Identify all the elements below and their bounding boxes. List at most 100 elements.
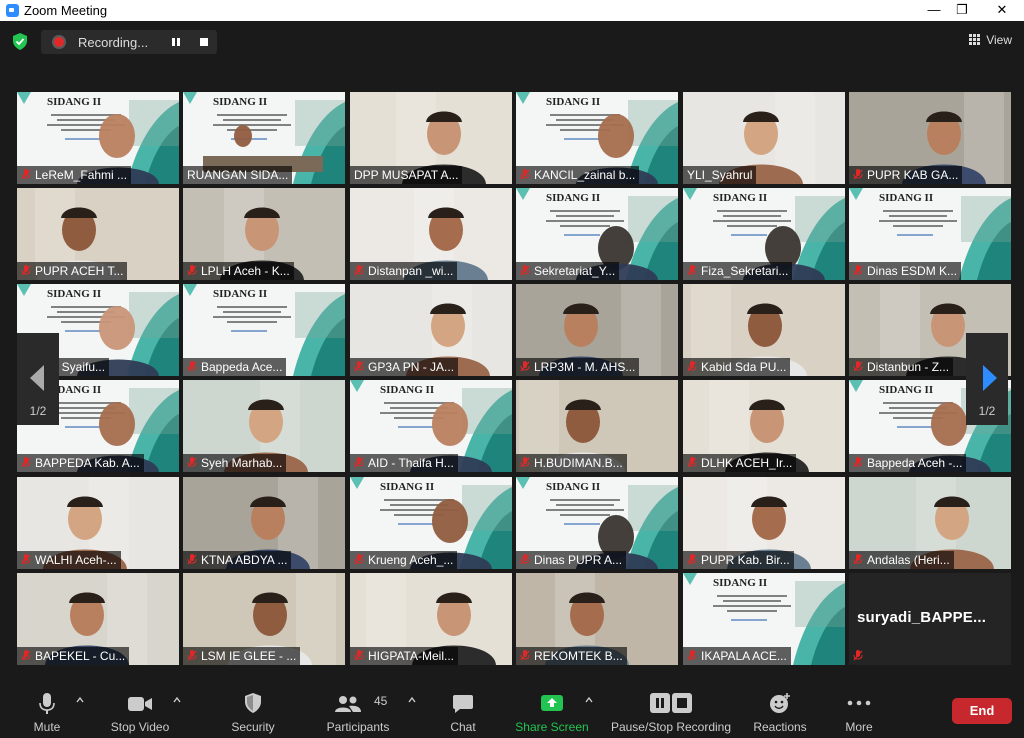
participant-name: DPP MUSAPAT A... (354, 168, 459, 182)
participant-tile[interactable]: GP3A PN - JA... (350, 284, 512, 376)
participant-tile[interactable]: SIDANG II Dinas ESDM K... (849, 188, 1011, 280)
participant-tile[interactable]: SIDANG II Dinas PUPR A... (516, 477, 678, 569)
participant-tile[interactable]: REKOMTEK B... (516, 573, 678, 665)
participant-name: Dinas PUPR A... (534, 553, 623, 567)
participant-tile[interactable]: LPLH Aceh - K... (183, 188, 345, 280)
muted-microphone-icon (187, 361, 197, 372)
stop-video-label: Stop Video (110, 720, 170, 734)
reactions-button[interactable]: Reactions (750, 683, 810, 738)
participant-tile[interactable]: SIDANG II AID - Thaifa H... (350, 380, 512, 472)
participant-tile[interactable]: SIDANG II LeReM_Fahmi ... (17, 92, 179, 184)
security-button[interactable]: Security (222, 683, 284, 738)
participant-name-tag: Krueng Aceh_... (350, 551, 458, 569)
chevron-up-icon[interactable] (585, 696, 593, 704)
muted-microphone-icon (21, 650, 31, 661)
participant-name: PUPR KAB GA... (867, 168, 959, 182)
stop-video-button[interactable]: Stop Video (104, 683, 176, 738)
participant-tile[interactable]: SIDANG II KANCIL_zainal b... (516, 92, 678, 184)
muted-microphone-icon (354, 361, 364, 372)
reactions-label: Reactions (753, 720, 807, 734)
participant-tile[interactable]: H.BUDIMAN.B... (516, 380, 678, 472)
muted-microphone-icon (354, 554, 364, 565)
pause-recording-icon[interactable] (169, 35, 183, 49)
slide-title: SIDANG II (879, 192, 934, 204)
participant-tile[interactable]: PUPR Kab. Bir... (683, 477, 845, 569)
chevron-up-icon[interactable] (408, 696, 416, 704)
participant-name: Distanbun - Z... (867, 360, 950, 374)
chat-label: Chat (450, 720, 476, 734)
participant-name-tag: Bappeda Aceh -... (849, 454, 967, 472)
participant-tile[interactable]: PUPR ACEH T... (17, 188, 179, 280)
participant-tile[interactable]: SIDANG II Krueng Aceh_... (350, 477, 512, 569)
participant-name-large: suryadi_BAPPE... (857, 609, 987, 626)
participant-tile[interactable]: WALHI Aceh-... (17, 477, 179, 569)
participant-name-tag: HIGPATA-Meil... (350, 647, 459, 665)
close-button[interactable]: ✕ (984, 0, 1020, 21)
participants-button[interactable]: 45 Participants (322, 683, 394, 738)
participant-name-tag: PUPR Kab. Bir... (683, 551, 794, 569)
participant-name: AID - Thaifa H... (368, 456, 454, 470)
participant-name: LeReM_Fahmi ... (35, 168, 128, 182)
maximize-button[interactable]: ❐ (944, 0, 980, 21)
participant-name-tag: Dinas ESDM K... (849, 262, 962, 280)
participant-tile[interactable]: SIDANG II Fiza_Sekretari... (683, 188, 845, 280)
participant-grid: SIDANG II LeReM_Fahmi ... SIDANG II RUANGAN… (17, 92, 1011, 667)
participant-name-tag: WALHI Aceh-... (17, 551, 121, 569)
participant-name-tag: IKAPALA ACE... (683, 647, 791, 665)
more-button[interactable]: More (836, 683, 882, 738)
window-title: Zoom Meeting (24, 3, 108, 18)
pause-stop-icon (650, 693, 692, 713)
participant-tile[interactable]: KTNA ABDYA ... (183, 477, 345, 569)
muted-microphone-icon (520, 554, 530, 565)
participant-tile[interactable]: Kabid Sda PU... (683, 284, 845, 376)
muted-microphone-icon (687, 457, 697, 468)
participant-name-tag: PUPR KAB GA... (849, 166, 963, 184)
mute-button[interactable]: Mute (22, 683, 72, 738)
participant-tile[interactable]: HIGPATA-Meil... (350, 573, 512, 665)
chat-button[interactable]: Chat (440, 683, 486, 738)
participant-name-tag: Kabid Sda PU... (683, 358, 791, 376)
reactions-smiley-icon (770, 693, 790, 713)
participant-tile[interactable]: Syeh Marhab... (183, 380, 345, 472)
end-meeting-button[interactable]: End (952, 698, 1012, 724)
participant-tile[interactable]: SIDANG II IKAPALA ACE... (683, 573, 845, 665)
participant-tile[interactable]: LRP3M - M. AHS... (516, 284, 678, 376)
participant-tile[interactable]: YLI_Syahrul (683, 92, 845, 184)
previous-page-button[interactable]: 1/2 (17, 333, 59, 425)
view-button[interactable]: View (969, 33, 1012, 47)
muted-microphone-icon (687, 554, 697, 565)
participant-name-tag: GP3A PN - JA... (350, 358, 459, 376)
participant-tile[interactable]: suryadi_BAPPE... (849, 573, 1011, 665)
muted-microphone-icon (687, 650, 697, 661)
muted-microphone-icon (853, 361, 863, 372)
participant-name: DLHK ACEH_Ir... (701, 456, 793, 470)
participant-tile[interactable]: LSM IE GLEE - ... (183, 573, 345, 665)
participant-tile[interactable]: PUPR KAB GA... (849, 92, 1011, 184)
encryption-shield-icon[interactable] (12, 33, 28, 50)
participant-tile[interactable]: Andalas (Heri... (849, 477, 1011, 569)
muted-microphone-icon (853, 169, 863, 180)
chevron-up-icon[interactable] (173, 696, 181, 704)
pause-stop-recording-button[interactable]: Pause/Stop Recording (608, 683, 734, 738)
participant-tile[interactable]: SIDANG II RUANGAN SIDA... (183, 92, 345, 184)
muted-microphone-icon (853, 554, 863, 565)
security-label: Security (231, 720, 275, 734)
participant-name-tag: Distanbun - Z... (849, 358, 954, 376)
participant-tile[interactable]: SIDANG II Sekretariat_Y... (516, 188, 678, 280)
meeting-topbar: Recording... View (0, 21, 1024, 63)
participant-name: GP3A PN - JA... (368, 360, 455, 374)
recording-dot-icon (54, 37, 64, 47)
participant-name: PUPR Kab. Bir... (701, 553, 790, 567)
participant-tile[interactable]: SIDANG II Bappeda Ace... (183, 284, 345, 376)
participant-name-tag: DLHK ACEH_Ir... (683, 454, 797, 472)
participant-tile[interactable]: DPP MUSAPAT A... (350, 92, 512, 184)
participant-tile[interactable]: BAPEKEL - Cu... (17, 573, 179, 665)
stop-recording-icon[interactable] (197, 35, 211, 49)
share-screen-button[interactable]: Share Screen (514, 683, 590, 738)
chevron-up-icon[interactable] (76, 696, 84, 704)
participant-tile[interactable]: DLHK ACEH_Ir... (683, 380, 845, 472)
participant-tile[interactable]: Distanpan _wi... (350, 188, 512, 280)
participant-name-tag: Sekretariat_Y... (516, 262, 620, 280)
participant-name: IKAPALA ACE... (701, 649, 787, 663)
next-page-button[interactable]: 1/2 (966, 333, 1008, 425)
